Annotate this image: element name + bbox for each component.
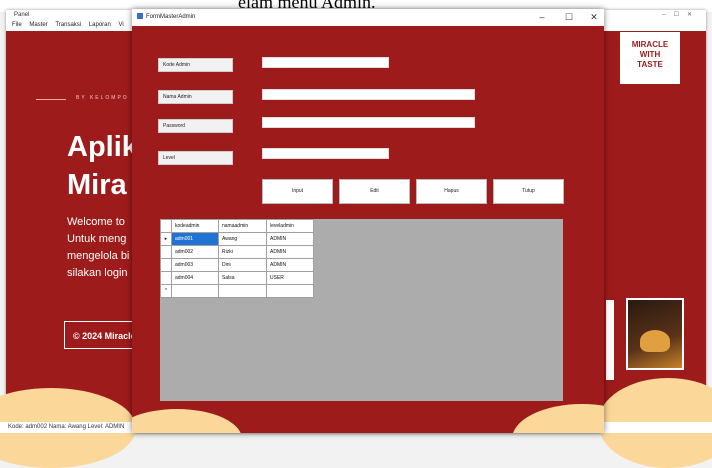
table-cell[interactable]: adm004 bbox=[171, 271, 219, 285]
menu-laporan[interactable]: Laporan bbox=[89, 22, 111, 28]
label-level: Level bbox=[158, 151, 233, 165]
logo-line: MIRACLE bbox=[631, 40, 669, 49]
tutup-button[interactable]: Tutup bbox=[493, 179, 564, 204]
row-header[interactable] bbox=[160, 245, 172, 259]
main-window-title: Panel bbox=[14, 12, 30, 18]
label-nama-admin: Nama Admin bbox=[158, 90, 233, 104]
level-field[interactable] bbox=[262, 148, 389, 159]
admin-table: kodeadmin namaadmin leveladmin ▸ adm001 … bbox=[160, 219, 314, 298]
edit-button[interactable]: Edit bbox=[339, 179, 410, 204]
hero-title-line1: Aplik bbox=[67, 131, 138, 163]
password-field[interactable] bbox=[262, 117, 475, 128]
table-cell[interactable]: Dini bbox=[218, 258, 267, 272]
current-row-marker: ▸ bbox=[160, 232, 172, 246]
admin-data-grid[interactable]: kodeadmin namaadmin leveladmin ▸ adm001 … bbox=[160, 219, 563, 401]
table-cell[interactable] bbox=[218, 284, 267, 298]
logo-line: WITH bbox=[639, 50, 661, 59]
table-cell[interactable]: Salsa bbox=[218, 271, 267, 285]
table-cell[interactable]: Awang bbox=[218, 232, 267, 246]
table-cell[interactable]: USER bbox=[266, 271, 314, 285]
side-panel-strip bbox=[606, 300, 614, 380]
menu-vi[interactable]: Vi bbox=[119, 22, 124, 28]
menu-file[interactable]: File bbox=[12, 22, 22, 28]
table-row[interactable]: ▸ adm001 Awang ADMIN bbox=[160, 232, 314, 246]
nama-admin-field[interactable] bbox=[262, 89, 475, 100]
table-cell[interactable]: ADMIN bbox=[266, 245, 314, 259]
hero-divider bbox=[36, 99, 66, 100]
column-header-leveladmin[interactable]: leveladmin bbox=[266, 219, 314, 233]
table-cell[interactable]: adm002 bbox=[171, 245, 219, 259]
table-cell[interactable]: adm001 bbox=[171, 232, 219, 246]
hero-title: Aplik Mira bbox=[67, 128, 138, 204]
menu-master[interactable]: Master bbox=[29, 22, 47, 28]
form-app-icon bbox=[137, 13, 143, 20]
menu-transaksi[interactable]: Transaksi bbox=[55, 22, 81, 28]
label-password: Password bbox=[158, 119, 233, 133]
decorative-wave bbox=[512, 404, 604, 433]
table-row[interactable]: adm004 Salsa USER bbox=[160, 271, 314, 285]
row-header[interactable] bbox=[160, 271, 172, 285]
form-title: FormMasterAdmin bbox=[146, 14, 196, 20]
table-cell[interactable]: Rizki bbox=[218, 245, 267, 259]
hero-subtitle: BY KELOMPO bbox=[76, 95, 129, 101]
kode-admin-field[interactable] bbox=[262, 57, 389, 68]
row-header-corner bbox=[160, 219, 172, 233]
main-window-controls[interactable]: –☐✕ bbox=[662, 10, 700, 20]
maximize-button[interactable]: ☐ bbox=[559, 9, 579, 26]
form-master-admin: FormMasterAdmin – ☐ ✕ Kode Admin Nama Ad… bbox=[132, 9, 604, 433]
column-header-kodeadmin[interactable]: kodeadmin bbox=[171, 219, 219, 233]
close-button[interactable]: ✕ bbox=[584, 9, 604, 26]
decorative-wave bbox=[132, 409, 242, 433]
row-header[interactable] bbox=[160, 258, 172, 272]
table-row[interactable]: adm002 Rizki ADMIN bbox=[160, 245, 314, 259]
table-row[interactable]: adm003 Dini ADMIN bbox=[160, 258, 314, 272]
table-cell[interactable] bbox=[171, 284, 219, 298]
product-image bbox=[626, 298, 684, 370]
table-cell[interactable] bbox=[266, 284, 314, 298]
logo-line: TASTE bbox=[637, 60, 663, 69]
table-cell[interactable]: adm003 bbox=[171, 258, 219, 272]
table-cell[interactable]: ADMIN bbox=[266, 258, 314, 272]
column-header-namaadmin[interactable]: namaadmin bbox=[218, 219, 267, 233]
input-button[interactable]: Input bbox=[262, 179, 333, 204]
new-row-marker: * bbox=[160, 284, 172, 298]
minimize-button[interactable]: – bbox=[532, 9, 552, 26]
brand-logo: MIRACLE WITH TASTE bbox=[620, 32, 680, 84]
hapus-button[interactable]: Hapus bbox=[416, 179, 487, 204]
table-cell[interactable]: ADMIN bbox=[266, 232, 314, 246]
hero-title-line2: Mira bbox=[67, 169, 127, 201]
new-row[interactable]: * bbox=[160, 284, 314, 298]
label-kode-admin: Kode Admin bbox=[158, 58, 233, 72]
table-header-row: kodeadmin namaadmin leveladmin bbox=[160, 219, 314, 233]
